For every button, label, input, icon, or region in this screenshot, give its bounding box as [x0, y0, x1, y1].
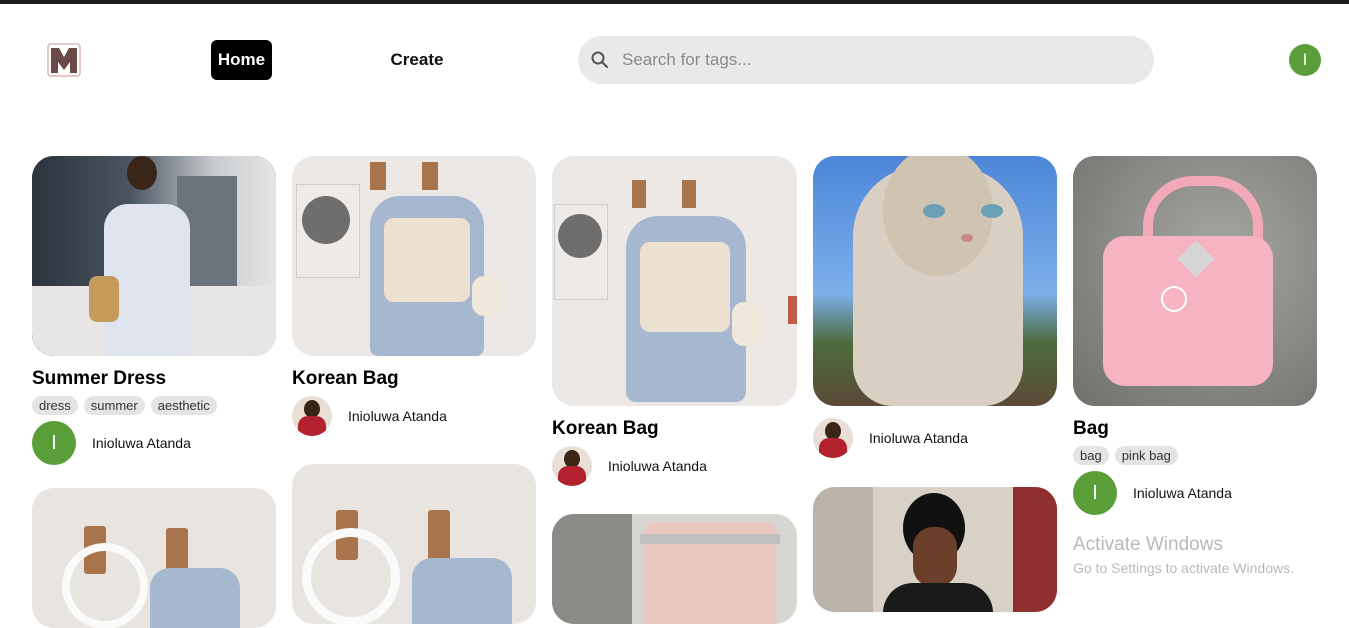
tag-chip[interactable]: bag [1073, 446, 1109, 465]
search-icon [591, 51, 609, 69]
author-name: Inioluwa Atanda [608, 458, 707, 474]
pin-card[interactable] [552, 514, 797, 624]
pin-author[interactable]: Inioluwa Atanda [292, 396, 536, 436]
pin-author[interactable]: I Inioluwa Atanda [32, 421, 276, 465]
author-avatar: I [1073, 471, 1117, 515]
pin-author[interactable]: Inioluwa Atanda [552, 446, 797, 486]
tag-chip[interactable]: pink bag [1114, 446, 1178, 465]
pin-image[interactable] [1073, 156, 1317, 406]
author-avatar [552, 446, 592, 486]
pin-image[interactable] [292, 464, 536, 624]
tag-list: dress summer aesthetic [32, 396, 276, 415]
author-avatar [292, 396, 332, 436]
pin-image[interactable] [292, 156, 536, 356]
search-bar[interactable] [578, 36, 1154, 84]
author-name: Inioluwa Atanda [869, 430, 968, 446]
tag-chip[interactable]: summer [83, 396, 145, 415]
pin-image[interactable] [552, 156, 797, 406]
author-name: Inioluwa Atanda [348, 408, 447, 424]
pin-card[interactable]: Summer Dress dress summer aesthetic I In… [32, 156, 276, 465]
pin-image[interactable] [32, 156, 276, 356]
pin-image[interactable] [32, 488, 276, 628]
pin-image[interactable] [813, 487, 1057, 612]
pin-image[interactable] [813, 156, 1057, 406]
tag-chip[interactable]: aesthetic [150, 396, 217, 415]
user-avatar[interactable]: I [1289, 44, 1321, 76]
nav-create-link[interactable]: Create [376, 40, 458, 80]
pin-card[interactable]: Bag bag pink bag I Inioluwa Atanda [1073, 156, 1317, 515]
nav-home-button[interactable]: Home [211, 40, 272, 80]
pin-card[interactable]: Inioluwa Atanda [813, 156, 1057, 458]
pin-title: Bag [1073, 418, 1109, 439]
tag-list: bag pink bag [1073, 446, 1317, 465]
pin-author[interactable]: Inioluwa Atanda [813, 418, 1057, 458]
pin-card[interactable]: Korean Bag Inioluwa Atanda [292, 156, 536, 436]
app-logo[interactable] [46, 42, 82, 78]
pin-title: Korean Bag [292, 368, 399, 389]
activate-windows-watermark: Activate Windows Go to Settings to activ… [1073, 534, 1294, 576]
pin-card[interactable] [292, 464, 536, 624]
pin-card[interactable] [813, 487, 1057, 612]
tag-chip[interactable]: dress [32, 396, 78, 415]
pin-title: Summer Dress [32, 368, 167, 389]
pin-author[interactable]: I Inioluwa Atanda [1073, 471, 1317, 515]
top-border [0, 0, 1349, 4]
author-name: Inioluwa Atanda [1133, 485, 1232, 501]
pin-card[interactable] [32, 488, 276, 628]
watermark-title: Activate Windows [1073, 534, 1223, 555]
watermark-subtitle: Go to Settings to activate Windows. [1073, 560, 1294, 576]
author-name: Inioluwa Atanda [92, 435, 191, 451]
search-input[interactable] [620, 49, 1124, 71]
pin-card[interactable]: Korean Bag Inioluwa Atanda [552, 156, 797, 486]
author-avatar: I [32, 421, 76, 465]
pin-image[interactable] [552, 514, 797, 624]
pin-title: Korean Bag [552, 418, 659, 439]
author-avatar [813, 418, 853, 458]
